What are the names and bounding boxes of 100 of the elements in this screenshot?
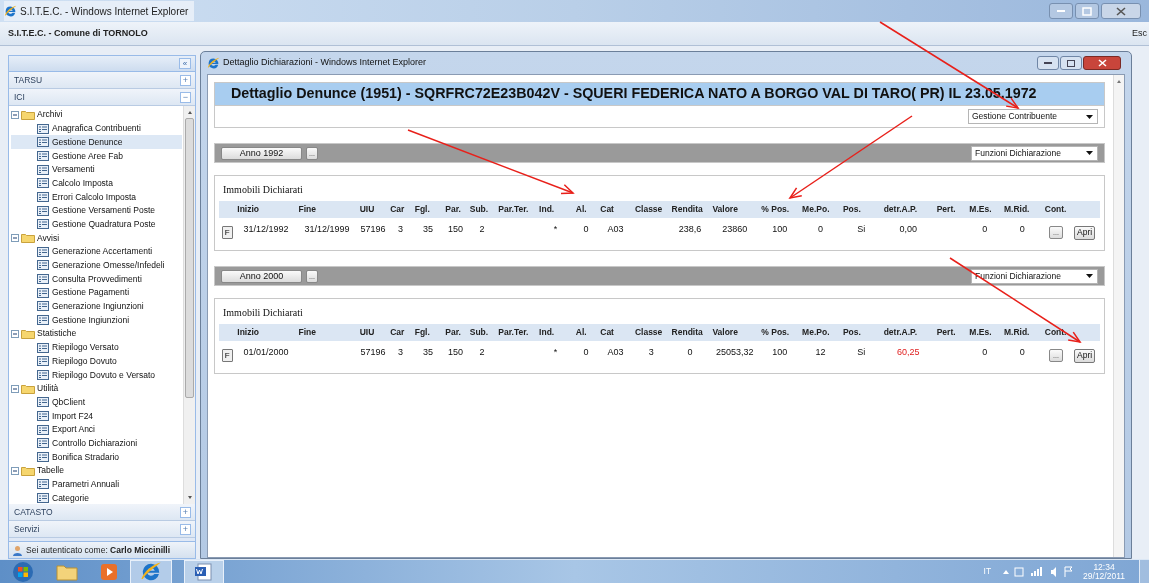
accordion-header[interactable]: CATASTO + bbox=[9, 504, 195, 521]
minimize-button[interactable] bbox=[1049, 3, 1073, 19]
tree-item[interactable]: Parametri Annuali bbox=[11, 477, 182, 492]
tree-item[interactable]: Gestione Aree Fab bbox=[11, 149, 182, 163]
accordion-header[interactable]: ICI − bbox=[9, 89, 195, 106]
close-button[interactable] bbox=[1101, 3, 1141, 19]
collapse-icon[interactable] bbox=[11, 466, 19, 475]
tree-folder[interactable]: Avvisi bbox=[11, 231, 183, 245]
item-label: Riepilogo Dovuto bbox=[52, 354, 117, 368]
column-header: Fine bbox=[296, 201, 358, 218]
collapse-icon[interactable] bbox=[11, 234, 19, 243]
dropdown[interactable]: Gestione Contribuente bbox=[968, 109, 1098, 124]
accordion-header[interactable]: TARSU + bbox=[9, 72, 195, 89]
accordion-label: Servizi bbox=[14, 522, 40, 536]
open-button[interactable]: Apri bbox=[1074, 225, 1096, 240]
toggle-button[interactable]: + bbox=[180, 506, 191, 518]
browser-logo-icon[interactable] bbox=[140, 560, 162, 583]
item-label: Riepilogo Dovuto e Versato bbox=[52, 368, 155, 382]
list-icon bbox=[37, 219, 49, 230]
item-label: Generazione Accertamenti bbox=[52, 245, 153, 259]
column-header: Al. bbox=[573, 324, 599, 341]
tree-item[interactable]: Gestione Versamenti Poste bbox=[11, 203, 182, 218]
column-header: M.Rid. bbox=[1001, 201, 1043, 218]
app-title: S.I.T.E.C. - Comune di TORNOLO bbox=[8, 26, 148, 40]
table-cell: 23860 bbox=[722, 224, 748, 235]
folder-icon bbox=[21, 465, 35, 476]
list-icon bbox=[37, 191, 49, 202]
tree-folder[interactable]: Tabelle bbox=[11, 463, 183, 478]
dropdown[interactable]: Funzioni Dichiarazione bbox=[971, 268, 1098, 284]
scrollbar-thumb[interactable] bbox=[185, 118, 194, 398]
tree-item[interactable]: Categorie bbox=[11, 491, 182, 504]
collapse-icon[interactable] bbox=[11, 384, 19, 393]
folder-label: Tabelle bbox=[37, 464, 64, 478]
toggle-button[interactable]: + bbox=[180, 523, 191, 535]
list-icon bbox=[37, 164, 49, 175]
year-button[interactable]: Anno 2000 bbox=[221, 269, 302, 283]
maximize-button[interactable] bbox=[1060, 56, 1082, 70]
tree-folder[interactable]: Archivi bbox=[11, 108, 183, 122]
dropdown[interactable]: Funzioni Dichiarazione bbox=[971, 145, 1098, 161]
tree-item[interactable]: Versamenti bbox=[11, 162, 182, 177]
tree-item[interactable]: Import F24 bbox=[11, 409, 182, 423]
flag-button[interactable]: F bbox=[221, 226, 233, 239]
tree-item[interactable]: Riepilogo Dovuto bbox=[11, 354, 182, 369]
tree-item[interactable]: Bonifica Stradario bbox=[11, 450, 182, 464]
tree-item[interactable]: Generazione Ingiunzioni bbox=[11, 299, 182, 314]
tree-folder[interactable]: Utilità bbox=[11, 381, 183, 396]
folder-label: Statistiche bbox=[37, 327, 77, 341]
column-header: Pert. bbox=[934, 324, 968, 341]
tree-item[interactable]: QbClient bbox=[11, 395, 182, 410]
tree-item[interactable]: Controllo Dichiarazioni bbox=[11, 436, 182, 451]
folder-label: Archivi bbox=[37, 108, 63, 122]
tree-item[interactable]: Export Anci bbox=[11, 422, 182, 437]
column-header: Inizio bbox=[235, 201, 297, 218]
tree-item[interactable]: Generazione Omesse/Infedeli bbox=[11, 258, 182, 273]
tree-item[interactable]: Calcolo Imposta bbox=[11, 176, 182, 191]
column-header: Cat bbox=[598, 201, 633, 218]
tree-item[interactable]: Gestione Ingiunzioni bbox=[11, 313, 182, 327]
column-header: Rendita bbox=[669, 201, 711, 218]
toggle-button[interactable]: + bbox=[180, 74, 191, 86]
toggle-button[interactable]: − bbox=[180, 91, 191, 103]
tree-item[interactable]: Gestione Pagamenti bbox=[11, 285, 182, 300]
folder-label: Avvisi bbox=[37, 231, 60, 245]
accordion-header[interactable]: Servizi + bbox=[9, 521, 195, 538]
collapse-button[interactable]: « bbox=[179, 58, 191, 69]
tree-item[interactable]: Riepilogo Dovuto e Versato bbox=[11, 368, 182, 382]
tree-item[interactable]: Generazione Accertamenti bbox=[11, 244, 182, 259]
tree-item[interactable]: Anagrafica Contribuenti bbox=[11, 121, 182, 136]
logout-link[interactable]: Esc bbox=[1132, 26, 1147, 41]
column-header: Car bbox=[388, 324, 413, 341]
media-player-icon[interactable] bbox=[99, 561, 119, 582]
tree-item[interactable]: Gestione Quadratura Poste bbox=[11, 217, 182, 232]
table-cell: * bbox=[553, 224, 558, 235]
tree-item[interactable]: Riepilogo Versato bbox=[11, 340, 182, 355]
item-label: QbClient bbox=[52, 395, 86, 409]
item-label: Gestione Quadratura Poste bbox=[52, 217, 156, 231]
tree-item[interactable]: Consulta Provvedimenti bbox=[11, 272, 182, 286]
tree-item[interactable]: Errori Calcolo Imposta bbox=[11, 190, 182, 204]
minimize-button[interactable] bbox=[1037, 56, 1059, 70]
scrollbar[interactable] bbox=[1113, 75, 1124, 557]
column-header: Pert. bbox=[934, 201, 968, 218]
tree-folder[interactable]: Statistiche bbox=[11, 327, 183, 341]
tree-item[interactable]: Gestione Denunce bbox=[11, 135, 182, 150]
show-desktop-button[interactable] bbox=[1139, 559, 1149, 583]
column-header: Inizio bbox=[235, 324, 297, 341]
maximize-icon bbox=[1067, 59, 1075, 67]
column-header: Par. bbox=[443, 324, 468, 341]
open-button[interactable]: Apri bbox=[1074, 348, 1096, 363]
year-button[interactable]: Anno 1992 bbox=[221, 146, 302, 160]
scrollbar[interactable] bbox=[183, 106, 195, 504]
browser-logo-icon bbox=[4, 4, 17, 18]
list-icon bbox=[37, 369, 49, 380]
list-icon bbox=[37, 479, 49, 490]
flag-button[interactable]: F bbox=[221, 349, 233, 362]
item-label: Gestione Aree Fab bbox=[52, 149, 123, 163]
collapse-icon[interactable] bbox=[11, 329, 19, 338]
close-button[interactable] bbox=[1083, 56, 1121, 70]
collapse-icon[interactable] bbox=[11, 110, 19, 119]
table-cell: 0 bbox=[583, 347, 589, 358]
folder-icon bbox=[21, 109, 35, 120]
document-icon[interactable] bbox=[194, 561, 214, 582]
